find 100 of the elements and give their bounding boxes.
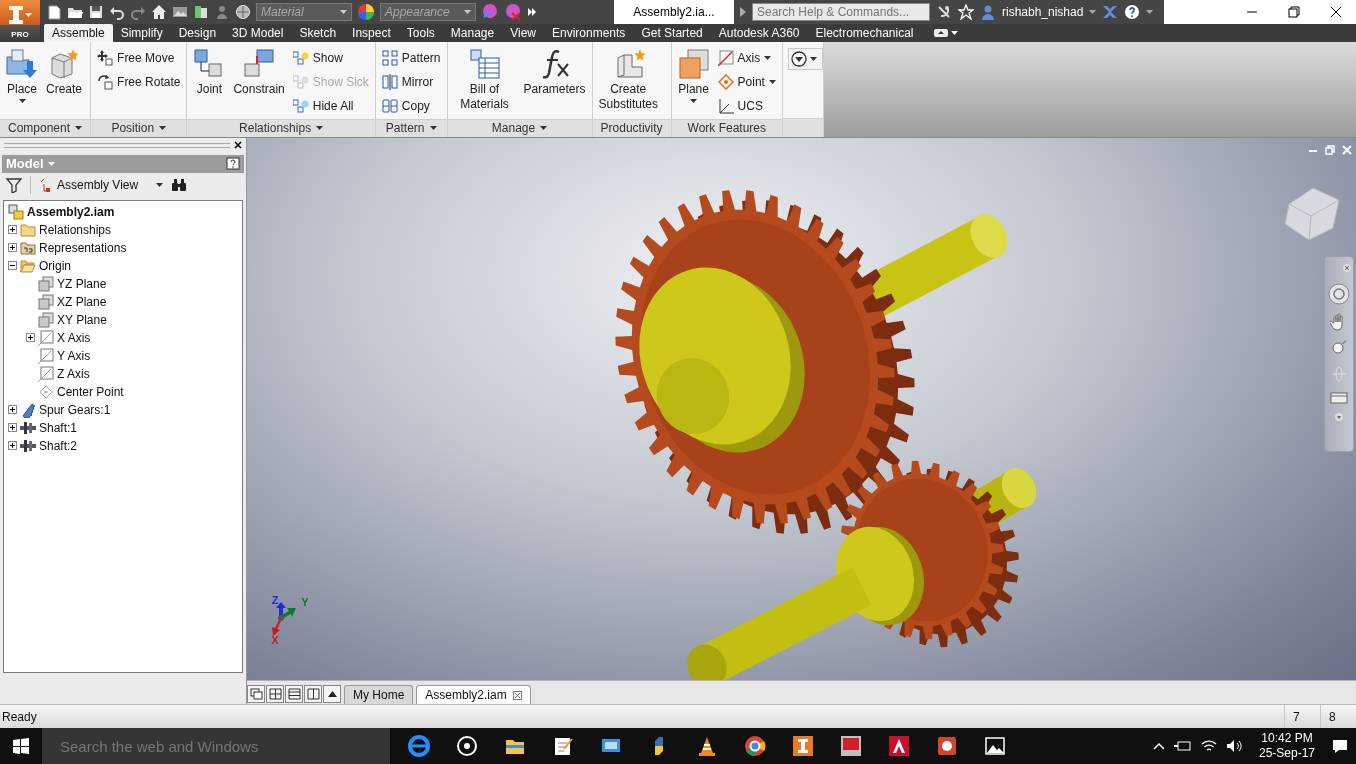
display-mode-icon[interactable] [193,4,209,20]
tree-item[interactable]: Center Point [57,384,124,399]
ribbon-command-button[interactable]: Constrain [230,44,288,97]
ribbon-command-button[interactable]: Free Move [94,48,184,68]
taskbar-search-field[interactable]: Search the web and Windows [42,728,390,764]
ribbon-tab[interactable]: Design [170,24,225,42]
expand-toggle[interactable] [8,405,17,415]
steering-wheel-icon[interactable] [1328,282,1350,305]
ribbon-tab[interactable]: Electromechanical [807,24,922,42]
chevron-up-icon[interactable] [1152,742,1165,750]
expand-toggle[interactable] [8,261,17,271]
exchange-icon[interactable] [1102,4,1119,20]
ribbon-command-button[interactable]: Hide All [289,96,372,116]
tree-item[interactable]: Origin [39,258,71,273]
filter-icon[interactable] [6,176,22,193]
tree-item[interactable]: Representations [39,240,127,255]
tree-item[interactable]: Z Axis [57,366,90,381]
binoculars-icon[interactable] [171,177,188,192]
ribbon-tab[interactable]: View [502,24,544,42]
new-file-icon[interactable] [46,4,62,20]
panel-title[interactable]: Work Features [671,118,782,137]
tree-item[interactable]: Y Axis [57,348,91,363]
ribbon-command-button[interactable]: Mirror [378,72,444,92]
application-menu-button[interactable]: PRO [0,0,40,42]
panel-title[interactable]: Pattern [375,118,447,137]
view-face-icon[interactable] [1330,390,1348,405]
clock[interactable]: 10:42 PM 25-Sep-17 [1250,731,1323,761]
expand-ribbon-button[interactable] [787,48,823,70]
tree-item[interactable]: X Axis [57,330,91,345]
window-layout-button[interactable] [285,685,303,703]
ribbon-command-button[interactable]: UCS [714,96,779,116]
ribbon-command-button[interactable]: Create [43,44,86,97]
ribbon-command-button[interactable]: Free Rotate [94,72,184,92]
ribbon-command-button[interactable]: Copy [378,96,444,116]
ribbon-command-button[interactable]: Axis [714,48,779,68]
panel-toggle-icon[interactable] [933,28,948,38]
ribbon-command-button[interactable]: Show [289,48,372,68]
ribbon-tab[interactable]: Sketch [291,24,345,42]
expand-toggle[interactable] [26,333,35,343]
tree-item[interactable]: XY Plane [57,312,107,327]
picture-icon[interactable] [172,4,188,20]
adjust-appearance-icon[interactable] [481,3,499,21]
ribbon-tab[interactable]: Assemble [44,24,113,42]
help-icon[interactable] [226,156,240,171]
window-layout-button[interactable] [323,685,341,703]
ribbon-command-button[interactable]: Point [714,72,779,92]
ribbon-tab[interactable]: 3D Model [224,24,292,42]
save-icon[interactable] [88,4,104,20]
ribbon-tab[interactable]: Simplify [112,24,171,42]
caret-icon[interactable] [950,31,958,35]
expand-toggle[interactable] [8,225,17,235]
star-icon[interactable] [958,4,974,20]
document-tab[interactable]: My Home [344,685,414,704]
power-icon[interactable] [1173,740,1192,752]
window-layout-button[interactable] [266,685,284,703]
home-icon[interactable] [151,4,167,20]
play-arrow-icon[interactable] [740,7,746,17]
ribbon-command-button[interactable]: Plane [674,44,713,103]
tree-item[interactable]: Shaft:2 [39,438,78,453]
panel-title[interactable]: Component [0,118,91,137]
restore-icon[interactable] [1288,6,1300,18]
globe-icon[interactable] [235,4,251,20]
zoom-icon[interactable] [1330,338,1348,357]
wifi-icon[interactable] [1200,739,1217,753]
person-icon[interactable] [214,4,230,20]
ribbon-tab[interactable]: Tools [398,24,443,42]
expand-toggle[interactable] [8,423,17,433]
user-name[interactable]: rishabh_nishad [1002,5,1084,19]
notification-icon[interactable] [1332,738,1348,754]
ribbon-command-button[interactable]: Joint [190,44,229,97]
ribbon-command-button[interactable]: Bill of Materials [450,44,519,112]
tree-item[interactable]: Spur Gears:1 [39,402,111,417]
search-field[interactable]: Search Help & Commands... [752,3,930,21]
tree-item[interactable]: XZ Plane [57,294,107,309]
tree-item[interactable]: YZ Plane [57,276,107,291]
ribbon-tab[interactable]: Inspect [344,24,399,42]
ribbon-tab[interactable]: Environments [544,24,634,42]
clear-appearance-icon[interactable] [504,3,522,21]
tree-item[interactable]: Assembly2.iam [27,204,115,219]
tree-item[interactable]: Shaft:1 [39,420,78,435]
ribbon-tab[interactable]: Manage [442,24,503,42]
panel-title[interactable]: Productivity [592,118,671,137]
ribbon-command-button[interactable]: Parameters [520,44,589,97]
view-dropdown[interactable]: Assembly View [39,177,164,192]
ribbon-command-button[interactable]: Pattern [378,48,444,68]
expand-toggle[interactable] [8,243,17,253]
redo-icon[interactable] [130,4,146,20]
panel-title[interactable]: Manage [447,118,592,137]
speaker-icon[interactable] [1225,739,1242,753]
ribbon-tab[interactable]: Get Started [633,24,711,42]
panel-title[interactable]: Relationships [187,118,375,137]
close-icon[interactable] [1330,6,1342,18]
ribbon-command-button[interactable]: Place [3,44,41,103]
ribbon-tab[interactable]: Autodesk A360 [710,24,808,42]
color-wheel-icon[interactable] [357,3,375,21]
close-icon[interactable] [234,141,242,150]
tree-item[interactable]: Relationships [39,222,112,237]
chevron-right-icon[interactable] [527,7,537,17]
window-layout-button[interactable] [304,685,322,703]
help-icon[interactable] [1124,4,1141,20]
